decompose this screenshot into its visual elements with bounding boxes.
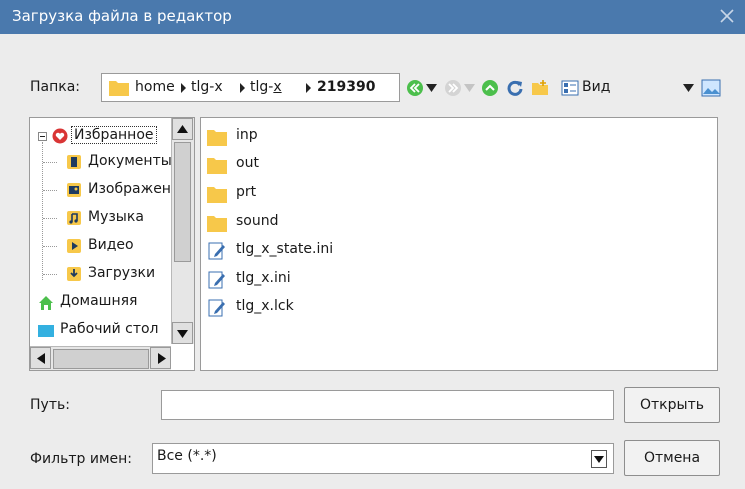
filter-dropdown-button[interactable] xyxy=(591,450,607,468)
text-file-icon xyxy=(208,271,225,289)
arrow-left-icon xyxy=(37,353,45,364)
scroll-up-button[interactable] xyxy=(172,118,193,140)
forward-icon xyxy=(445,80,461,96)
arrow-up-icon xyxy=(177,125,188,133)
file-name: out xyxy=(236,155,259,171)
places-tree[interactable]: Избранное Документы Изображения Музыка В… xyxy=(29,117,195,371)
horizontal-scroll-thumb[interactable] xyxy=(53,349,149,369)
tree-line xyxy=(43,190,57,191)
home-icon xyxy=(39,296,53,310)
open-button[interactable]: Открыть xyxy=(624,387,720,423)
up-icon[interactable] xyxy=(481,79,499,97)
tree-line xyxy=(43,246,57,247)
file-name: tlg_x.ini xyxy=(236,270,291,286)
video-icon xyxy=(67,239,81,253)
filter-value: Все (*.*) xyxy=(157,448,217,464)
folder-icon xyxy=(207,130,227,146)
tree-item-video[interactable]: Видео xyxy=(88,237,134,253)
tree-item-favorites[interactable]: Избранное xyxy=(71,126,157,144)
cancel-button[interactable]: Отмена xyxy=(624,440,720,476)
back-dropdown-icon[interactable] xyxy=(426,84,437,92)
file-name: inp xyxy=(236,127,258,143)
refresh-icon[interactable] xyxy=(506,79,524,97)
path-label: Путь: xyxy=(30,397,70,413)
images-icon xyxy=(67,183,81,197)
breadcrumb-part: tlg- xyxy=(250,79,274,95)
view-icon[interactable] xyxy=(561,79,579,97)
tree-collapse-icon[interactable] xyxy=(38,132,47,141)
breadcrumb-separator-icon xyxy=(240,83,245,93)
arrow-down-icon xyxy=(177,330,188,338)
folder-label: Папка: xyxy=(30,79,81,95)
tree-item-home[interactable]: Домашняя xyxy=(60,293,137,309)
tree-item-documents[interactable]: Документы xyxy=(88,153,172,169)
filter-select[interactable]: Все (*.*) xyxy=(152,443,614,474)
file-dialog: Загрузка файла в редактор Папка: home tl… xyxy=(0,0,745,489)
tree-item-desktop[interactable]: Рабочий стол xyxy=(60,321,159,337)
title-bar[interactable]: Загрузка файла в редактор xyxy=(0,0,745,34)
folder-icon xyxy=(109,81,129,96)
scroll-left-button[interactable] xyxy=(30,347,51,369)
folder-icon xyxy=(207,187,227,203)
folder-icon xyxy=(207,158,227,174)
tree-line xyxy=(43,162,57,163)
breadcrumb-separator-icon xyxy=(306,83,311,93)
arrow-right-icon xyxy=(158,353,166,364)
download-icon xyxy=(67,267,81,281)
tree-item-music[interactable]: Музыка xyxy=(88,209,144,225)
forward-dropdown-icon xyxy=(464,84,475,92)
close-icon[interactable] xyxy=(717,6,737,26)
tree-vertical-scrollbar[interactable] xyxy=(171,118,194,344)
breadcrumb-part-underlined: x xyxy=(273,79,282,95)
chevron-down-icon xyxy=(594,456,604,463)
tree-item-downloads[interactable]: Загрузки xyxy=(88,265,155,281)
scroll-right-button[interactable] xyxy=(150,347,171,369)
view-dropdown-icon[interactable] xyxy=(683,84,694,92)
breadcrumb[interactable]: home tlg-x tlg-x 219390 xyxy=(101,73,400,102)
scroll-thumb[interactable] xyxy=(174,142,191,262)
breadcrumb-current[interactable]: 219390 xyxy=(317,79,375,95)
tree-line xyxy=(43,274,57,275)
filter-label: Фильтр имен: xyxy=(30,451,132,467)
file-name: prt xyxy=(236,184,257,200)
back-icon[interactable] xyxy=(406,79,424,97)
breadcrumb-tlg-x-2[interactable]: tlg-x xyxy=(250,79,282,95)
file-name: tlg_x_state.ini xyxy=(236,241,334,257)
desktop-icon xyxy=(38,325,54,337)
breadcrumb-home[interactable]: home xyxy=(135,79,175,95)
text-file-icon xyxy=(208,242,225,260)
text-file-icon xyxy=(208,299,225,317)
folder-icon xyxy=(207,216,227,232)
tree-horizontal-scrollbar[interactable] xyxy=(30,346,171,370)
tree-line xyxy=(43,218,57,219)
preview-icon[interactable] xyxy=(701,79,721,97)
view-menu-label[interactable]: Вид xyxy=(582,79,610,95)
documents-icon xyxy=(67,155,81,169)
new-folder-icon[interactable] xyxy=(531,79,549,97)
music-icon xyxy=(67,211,81,225)
breadcrumb-tlg-x[interactable]: tlg-x xyxy=(191,79,223,95)
breadcrumb-separator-icon xyxy=(181,83,186,93)
file-name: tlg_x.lck xyxy=(236,298,294,314)
file-list[interactable]: inp out prt sound tlg_x_state.ini tlg_x.… xyxy=(200,117,718,371)
heart-icon xyxy=(52,128,68,144)
path-input[interactable] xyxy=(161,390,614,420)
scroll-down-button[interactable] xyxy=(172,322,193,344)
window-title: Загрузка файла в редактор xyxy=(12,7,232,25)
minus-icon xyxy=(40,136,45,137)
file-name: sound xyxy=(236,213,279,229)
